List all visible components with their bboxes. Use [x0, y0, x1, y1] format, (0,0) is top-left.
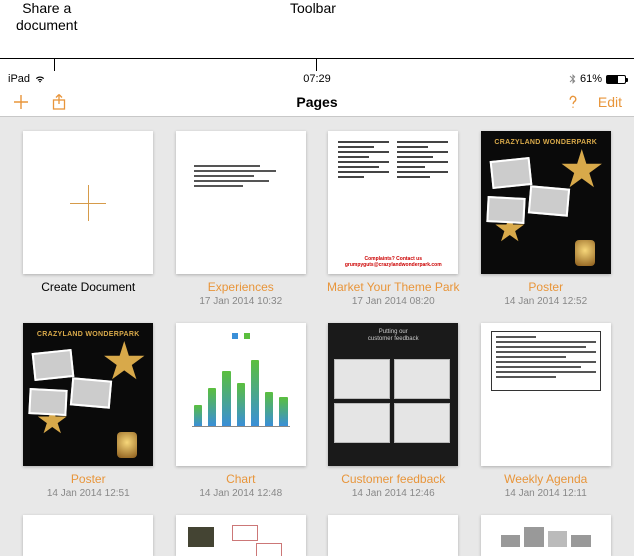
- annotation-toolbar-label: Toolbar: [290, 0, 336, 17]
- document-tile[interactable]: Complaints? Contact usgrumpyguts@crazyla…: [323, 131, 464, 307]
- document-tile[interactable]: [476, 515, 617, 556]
- poster-heading: CRAZYLAND WONDERPARK: [481, 139, 611, 146]
- doc-title: Poster: [71, 472, 106, 486]
- share-button[interactable]: [50, 93, 68, 111]
- doc-title: Market Your Theme Park: [327, 280, 460, 294]
- document-tile[interactable]: Weekly Agenda 14 Jan 2014 12:11: [476, 323, 617, 499]
- doc-date: 14 Jan 2014 12:52: [504, 296, 587, 307]
- wifi-icon: [34, 74, 46, 84]
- help-button[interactable]: [564, 93, 582, 111]
- annotation-layer: Share a document Toolbar: [0, 0, 634, 59]
- device-label: iPad: [8, 73, 30, 85]
- document-gallery[interactable]: Create Document Experiences 17 Jan 2014 …: [0, 117, 634, 556]
- poster-heading: CRAZYLAND WONDERPARK: [23, 331, 153, 338]
- edit-button[interactable]: Edit: [598, 94, 622, 110]
- document-tile[interactable]: Experiences 17 Jan 2014 10:32: [171, 131, 312, 307]
- doc-date: 14 Jan 2014 12:48: [199, 488, 282, 499]
- battery-pct: 61%: [580, 73, 602, 85]
- annotation-share-label: Share a document: [16, 0, 77, 34]
- create-document-tile[interactable]: Create Document: [18, 131, 159, 307]
- document-tile[interactable]: Putting ourcustomer feedback Customer fe…: [323, 323, 464, 499]
- doc-title: Customer feedback: [341, 472, 445, 486]
- document-tile[interactable]: [323, 515, 464, 556]
- doc-date: 17 Jan 2014 08:20: [352, 296, 435, 307]
- doc-title: Chart: [226, 472, 255, 486]
- add-document-button[interactable]: [12, 93, 30, 111]
- doc-title: Create Document: [41, 280, 135, 294]
- clock: 07:29: [303, 73, 331, 85]
- bluetooth-icon: [569, 74, 576, 84]
- doc-date: 14 Jan 2014 12:51: [47, 488, 130, 499]
- doc-title: Weekly Agenda: [504, 472, 587, 486]
- document-tile[interactable]: CRAZYLAND WONDERPARK Poster 14 Jan 2014 …: [476, 131, 617, 307]
- document-tile[interactable]: [18, 515, 159, 556]
- doc-title: Poster: [528, 280, 563, 294]
- document-tile[interactable]: Chart 14 Jan 2014 12:48: [171, 323, 312, 499]
- battery-icon: [606, 75, 626, 84]
- doc-date: 14 Jan 2014 12:46: [352, 488, 435, 499]
- toolbar: Pages Edit: [0, 87, 634, 117]
- doc-date: 14 Jan 2014 12:11: [505, 488, 587, 499]
- status-bar: iPad 07:29 61%: [0, 71, 634, 87]
- doc-date: 17 Jan 2014 10:32: [199, 296, 282, 307]
- document-tile[interactable]: [171, 515, 312, 556]
- document-tile[interactable]: CRAZYLAND WONDERPARK Poster 14 Jan 2014 …: [18, 323, 159, 499]
- doc-title: Experiences: [208, 280, 274, 294]
- toolbar-title: Pages: [296, 94, 337, 110]
